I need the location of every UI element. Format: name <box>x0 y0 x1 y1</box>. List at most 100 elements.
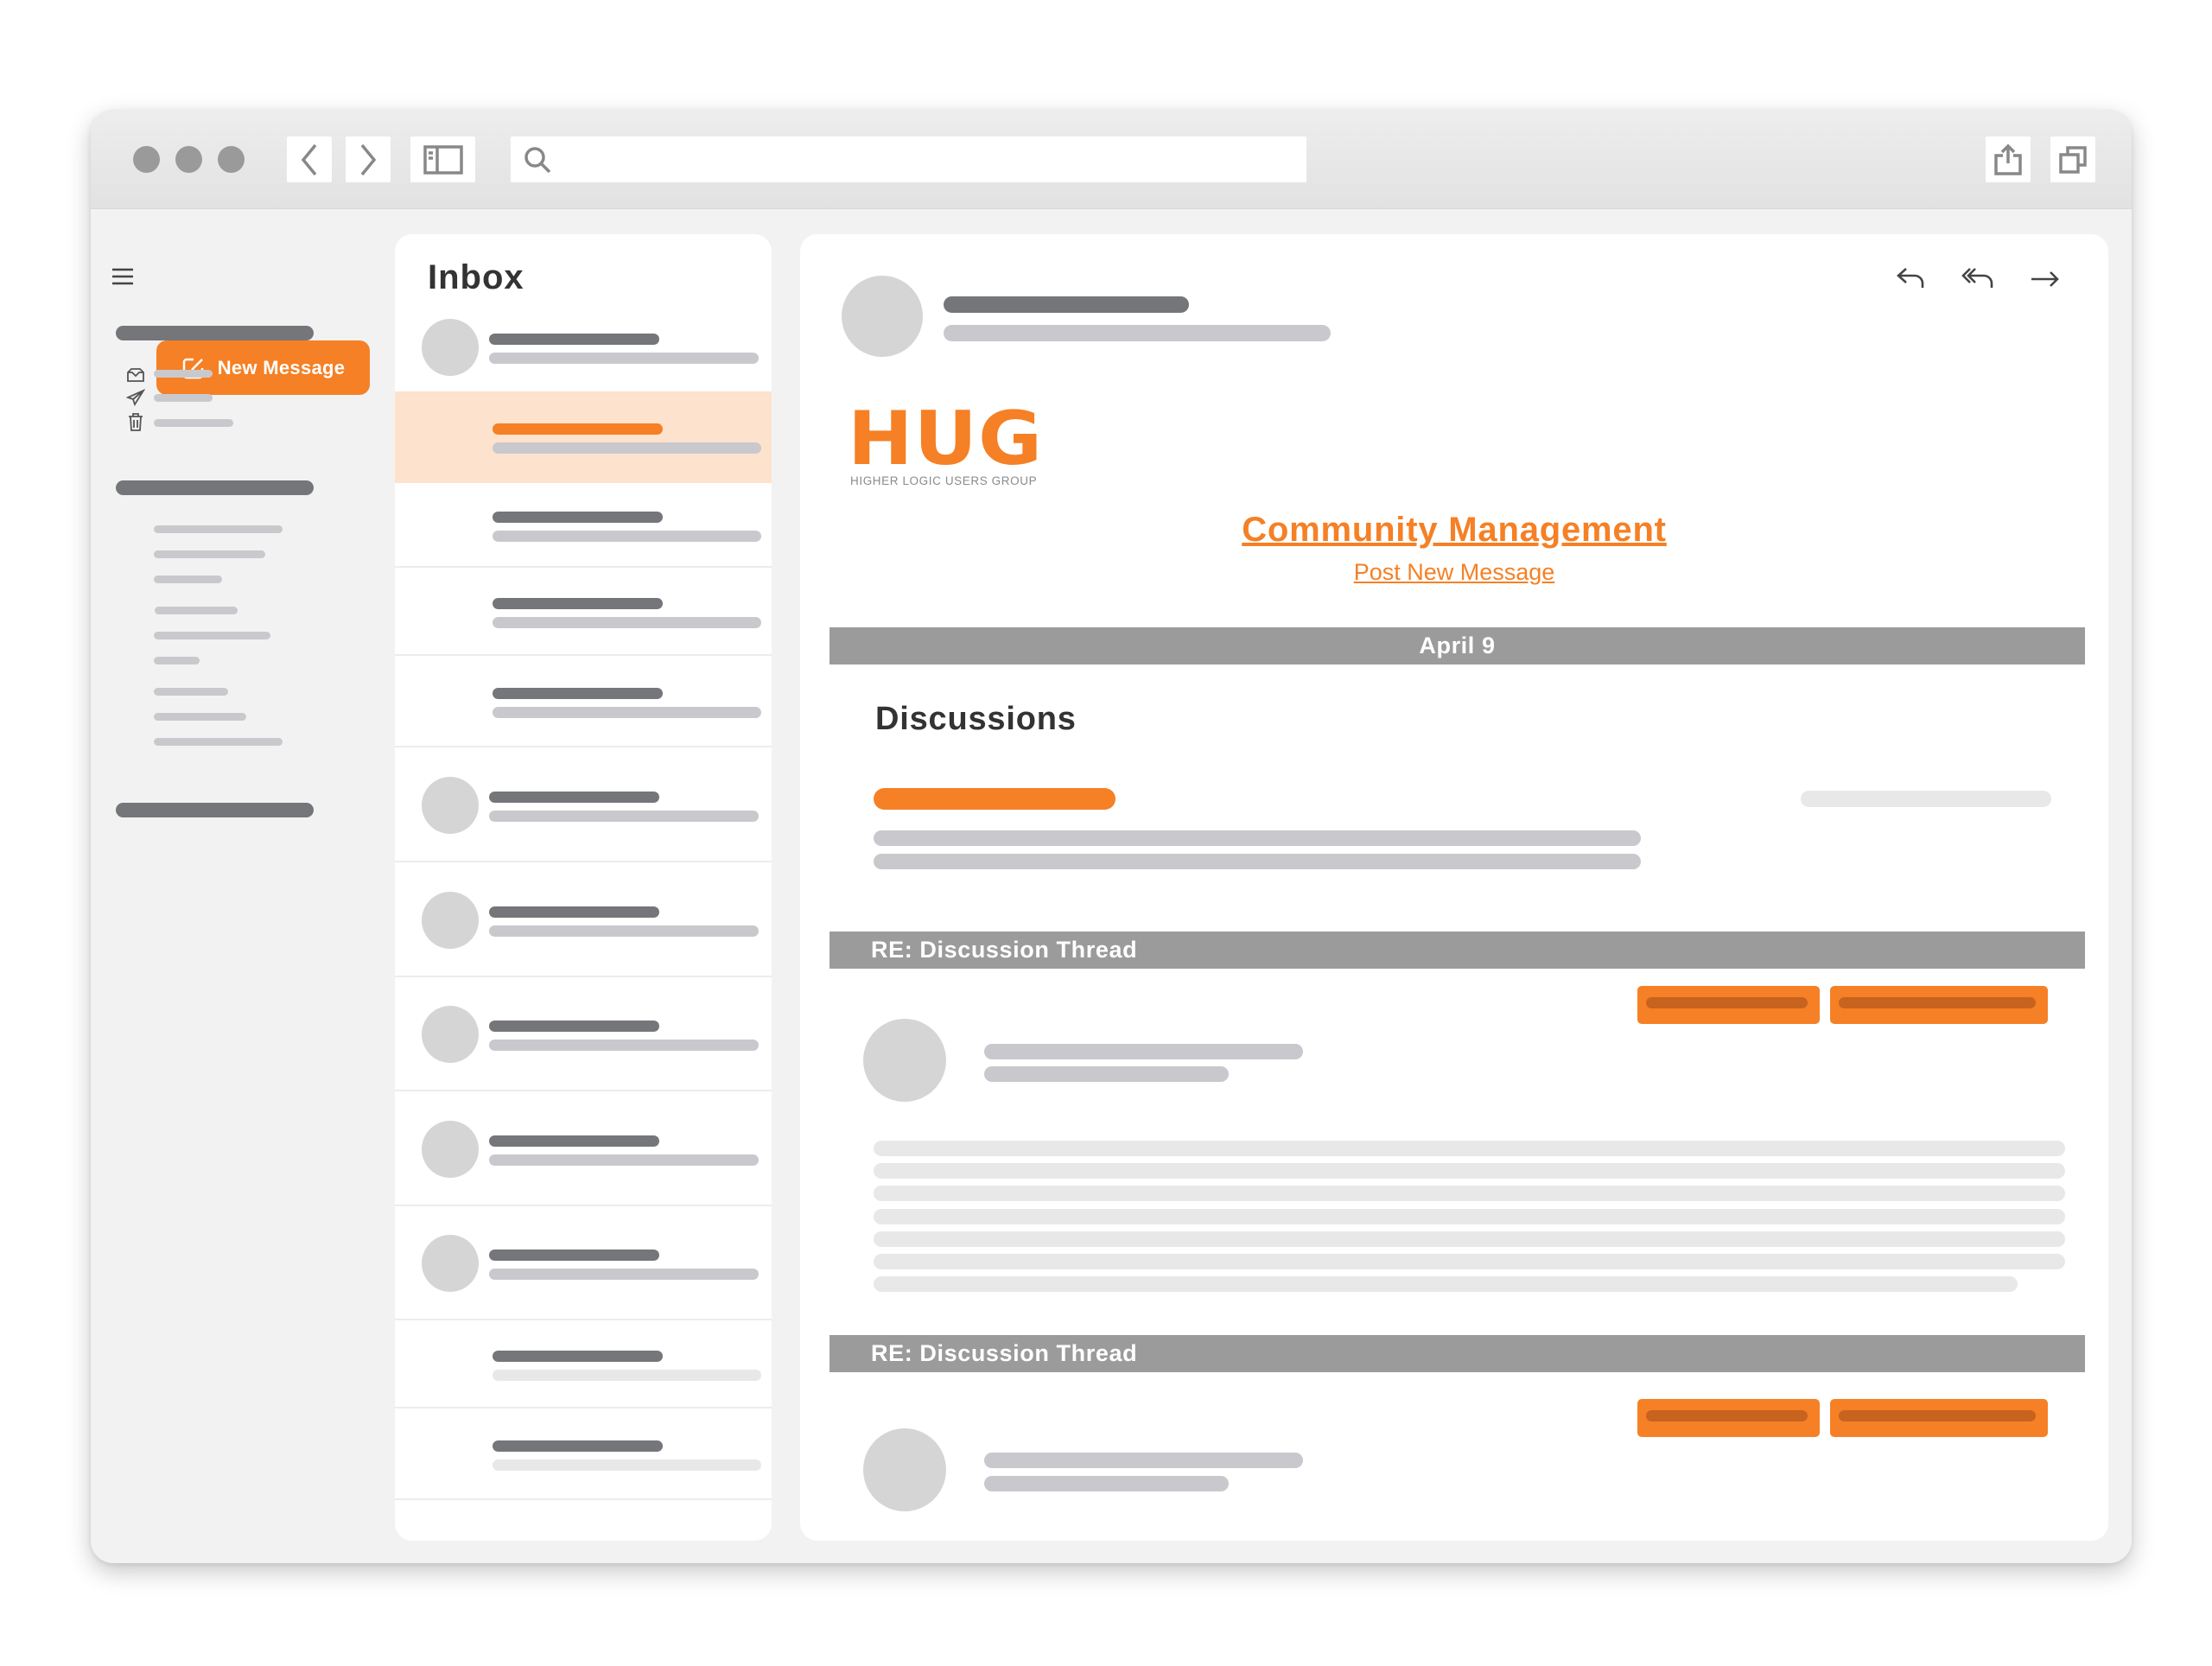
thread-body-line <box>874 1186 2065 1201</box>
sidebar-icon <box>423 144 463 175</box>
window-zoom-button[interactable] <box>218 146 245 173</box>
thread-reply-button[interactable] <box>1637 1399 1820 1437</box>
reply-icon[interactable] <box>1896 265 1927 291</box>
sidebar-section-heading <box>116 326 314 340</box>
sent-icon <box>126 389 145 406</box>
sidebar-folder[interactable] <box>155 607 238 614</box>
sidebar-folder[interactable] <box>154 738 283 746</box>
discussion-title-link[interactable] <box>874 788 1116 810</box>
share-button[interactable] <box>1986 137 2031 182</box>
inbox-row-preview <box>489 925 759 937</box>
inbox-row-preview <box>493 531 761 542</box>
inbox-row[interactable] <box>395 656 772 747</box>
tabs-icon <box>2059 145 2087 174</box>
inbox-row-sender <box>493 512 663 523</box>
sidebar-folder[interactable] <box>154 688 228 696</box>
sidebar-item-trash[interactable] <box>154 419 233 427</box>
thread-view-button[interactable] <box>1830 1399 2048 1437</box>
thread-author-meta <box>984 1476 1229 1491</box>
logo-mark: HUG <box>848 396 1044 482</box>
inbox-row-preview <box>493 1459 761 1471</box>
forward-button[interactable] <box>346 137 391 182</box>
inbox-row[interactable] <box>395 747 772 862</box>
sidebar-toggle-button[interactable] <box>410 137 475 182</box>
community-title-link[interactable]: Community Management <box>800 511 2108 550</box>
inbox-row[interactable] <box>395 1206 772 1320</box>
trash-icon <box>129 413 143 431</box>
inbox-row-preview <box>489 810 759 822</box>
thread-author-name <box>984 1453 1303 1468</box>
inbox-row-preview <box>489 1154 759 1166</box>
post-new-message-link[interactable]: Post New Message <box>800 559 2108 586</box>
inbox-row-sender <box>489 1021 659 1032</box>
thread-header: RE: Discussion Thread <box>830 1335 2085 1372</box>
sidebar-folder[interactable] <box>154 525 283 533</box>
inbox-row-sender <box>493 1440 663 1452</box>
chevron-left-icon <box>301 143 317 175</box>
discussion-excerpt-line <box>874 854 1641 869</box>
discussions-heading: Discussions <box>875 701 1077 737</box>
thread-reply-button[interactable] <box>1637 986 1820 1024</box>
inbox-row-avatar <box>422 319 479 376</box>
thread-author-meta <box>984 1066 1229 1082</box>
inbox-row-sender <box>489 334 659 345</box>
thread-author-name <box>984 1044 1303 1059</box>
inbox-row-preview <box>493 617 761 628</box>
inbox-row-sender <box>489 1135 659 1147</box>
chevron-right-icon <box>360 143 377 175</box>
hamburger-icon[interactable] <box>111 268 134 285</box>
thread-view-button[interactable] <box>1830 986 2048 1024</box>
sidebar-folder[interactable] <box>154 575 222 583</box>
browser-window: New Message Inbox HUG HIGHER LOGIC USERS… <box>91 110 2132 1563</box>
inbox-row[interactable] <box>395 1320 772 1408</box>
sidebar-folder[interactable] <box>154 550 265 558</box>
forward-icon[interactable] <box>2030 269 2061 289</box>
new-message-button[interactable]: New Message <box>156 340 370 395</box>
inbox-row[interactable] <box>395 568 772 656</box>
inbox-row-avatar <box>422 891 479 949</box>
inbox-row-preview <box>489 1040 759 1051</box>
new-message-label: New Message <box>217 356 346 378</box>
discussion-excerpt-line <box>874 830 1641 846</box>
inbox-row-sender <box>489 906 659 918</box>
inbox-row[interactable] <box>395 1408 772 1500</box>
address-bar[interactable] <box>511 137 1306 182</box>
back-button[interactable] <box>287 137 332 182</box>
thread-body-line <box>874 1231 2065 1247</box>
thread-author-avatar <box>863 1428 946 1511</box>
thread-title: RE: Discussion Thread <box>871 1340 1138 1366</box>
sidebar-folder[interactable] <box>154 713 246 721</box>
sidebar-folder[interactable] <box>154 657 200 664</box>
inbox-row-preview <box>493 442 761 454</box>
browser-toolbar <box>91 110 2132 209</box>
inbox-row[interactable] <box>395 977 772 1091</box>
inbox-row-sender <box>493 423 663 435</box>
inbox-row-avatar <box>422 1235 479 1292</box>
inbox-row[interactable] <box>395 483 772 568</box>
tabs-button[interactable] <box>2050 137 2095 182</box>
thread-body-line <box>874 1141 2065 1156</box>
window-minimize-button[interactable] <box>175 146 202 173</box>
sidebar-folder[interactable] <box>154 632 270 639</box>
thread-title: RE: Discussion Thread <box>871 937 1138 963</box>
inbox-row[interactable] <box>395 303 772 391</box>
reading-pane: HUG HIGHER LOGIC USERS GROUP Community M… <box>800 234 2108 1541</box>
inbox-row[interactable] <box>395 862 772 977</box>
inbox-row[interactable] <box>395 1091 772 1206</box>
mail-sidebar: New Message <box>91 210 393 1563</box>
sender-name <box>944 296 1189 313</box>
inbox-row-selected[interactable] <box>395 391 772 483</box>
inbox-panel: Inbox <box>395 234 772 1541</box>
date-header: April 9 <box>830 627 2085 664</box>
sender-avatar <box>842 276 923 357</box>
inbox-row-avatar <box>422 776 479 834</box>
date-header-label: April 9 <box>1419 633 1496 658</box>
sidebar-item-sent[interactable] <box>154 394 213 402</box>
share-icon <box>1994 143 2022 175</box>
discussion-meta <box>1801 791 2051 807</box>
thread-header: RE: Discussion Thread <box>830 932 2085 969</box>
thread-body-line <box>874 1276 2018 1292</box>
sidebar-item-inbox[interactable] <box>154 370 213 378</box>
window-close-button[interactable] <box>133 146 160 173</box>
reply-all-icon[interactable] <box>1961 265 1996 291</box>
